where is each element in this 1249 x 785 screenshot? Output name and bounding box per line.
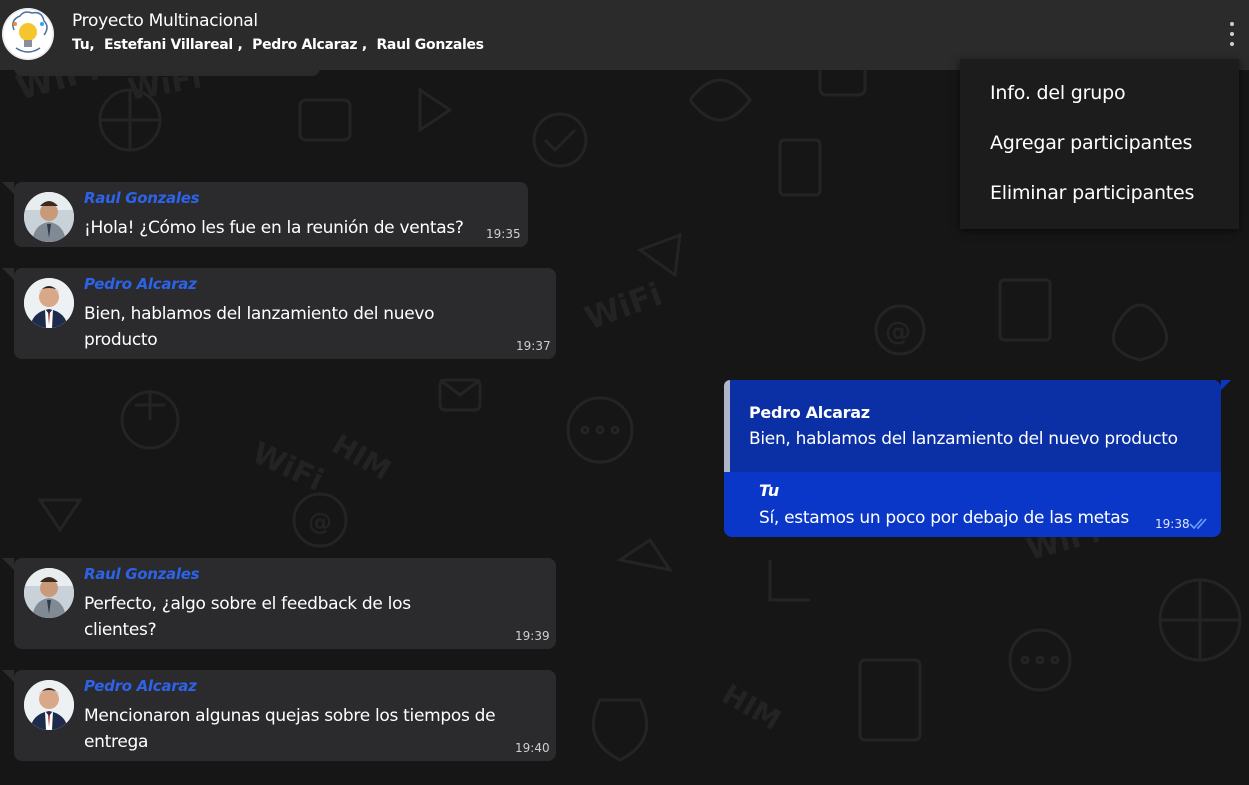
message-text: Sí, estamos un poco por debajo de las me… xyxy=(759,508,1129,528)
svg-text:WiFi: WiFi xyxy=(247,436,329,499)
double-check-icon xyxy=(1189,518,1207,530)
group-title: Proyecto Multinacional xyxy=(72,11,258,31)
message-text: Mencionaron algunas quejas sobre los tie… xyxy=(84,706,496,752)
sender-name: Raul Gonzales xyxy=(84,565,200,583)
svg-text:@: @ xyxy=(885,317,911,347)
message-bubble[interactable]: Raul Gonzales Perfecto, ¿algo sobre el f… xyxy=(2,558,556,649)
menu-item-group-info[interactable]: Info. del grupo xyxy=(990,82,1126,104)
svg-text:HIM: HIM xyxy=(717,677,787,736)
message-bubble[interactable]: Pedro Alcaraz Bien, hablamos del lanzami… xyxy=(2,268,556,359)
message-bubble[interactable]: Pedro Alcaraz Mencionaron algunas quejas… xyxy=(2,670,556,761)
lightbulb-icon xyxy=(2,8,54,60)
message-text: Perfecto, ¿algo sobre el feedback de los… xyxy=(84,594,411,640)
quoted-message[interactable]: Pedro Alcaraz Bien, hablamos del lanzami… xyxy=(724,380,1221,472)
menu-item-remove-participants[interactable]: Eliminar participantes xyxy=(990,182,1194,204)
avatar xyxy=(24,568,74,618)
message-time: 19:38 xyxy=(1155,517,1190,531)
message-text: Bien, hablamos del lanzamiento del nuevo… xyxy=(84,304,435,350)
avatar xyxy=(24,278,74,328)
message-time: 19:37 xyxy=(516,339,551,353)
quote-bar xyxy=(724,380,730,472)
more-vertical-icon[interactable] xyxy=(1220,18,1244,50)
message-time: 19:40 xyxy=(515,741,550,755)
message-text: ¡Hola! ¿Cómo les fue en la reunión de ve… xyxy=(84,218,464,238)
quoted-sender: Pedro Alcaraz xyxy=(749,403,870,422)
quoted-text: Bien, hablamos del lanzamiento del nuevo… xyxy=(749,429,1178,449)
sender-name: Pedro Alcaraz xyxy=(84,275,197,293)
own-message-bubble[interactable]: Pedro Alcaraz Bien, hablamos del lanzami… xyxy=(724,380,1231,537)
message-bubble[interactable]: Raul Gonzales ¡Hola! ¿Cómo les fue en la… xyxy=(2,182,528,247)
svg-text:@: @ xyxy=(308,508,332,536)
participant-name: Pedro Alcaraz , xyxy=(252,37,367,53)
sender-name: Tu xyxy=(759,481,780,500)
participants-list: Tu, Estefani Villareal , Pedro Alcaraz ,… xyxy=(72,37,489,53)
avatar xyxy=(24,192,74,242)
sender-name: Pedro Alcaraz xyxy=(84,677,197,695)
group-options-menu: Info. del grupo Agregar participantes El… xyxy=(960,59,1239,229)
group-avatar[interactable] xyxy=(2,8,54,60)
svg-text:WiFi: WiFi xyxy=(580,275,667,338)
sender-name: Raul Gonzales xyxy=(84,189,200,207)
avatar xyxy=(24,680,74,730)
participant-name: Estefani Villareal , xyxy=(103,37,243,53)
participant-name: Raul Gonzales xyxy=(376,37,484,53)
message-time: 19:35 xyxy=(486,227,521,241)
participant-name: Tu, xyxy=(72,37,95,53)
message-time: 19:39 xyxy=(515,629,550,643)
svg-text:HIM: HIM xyxy=(327,427,397,486)
menu-item-add-participants[interactable]: Agregar participantes xyxy=(990,132,1192,154)
